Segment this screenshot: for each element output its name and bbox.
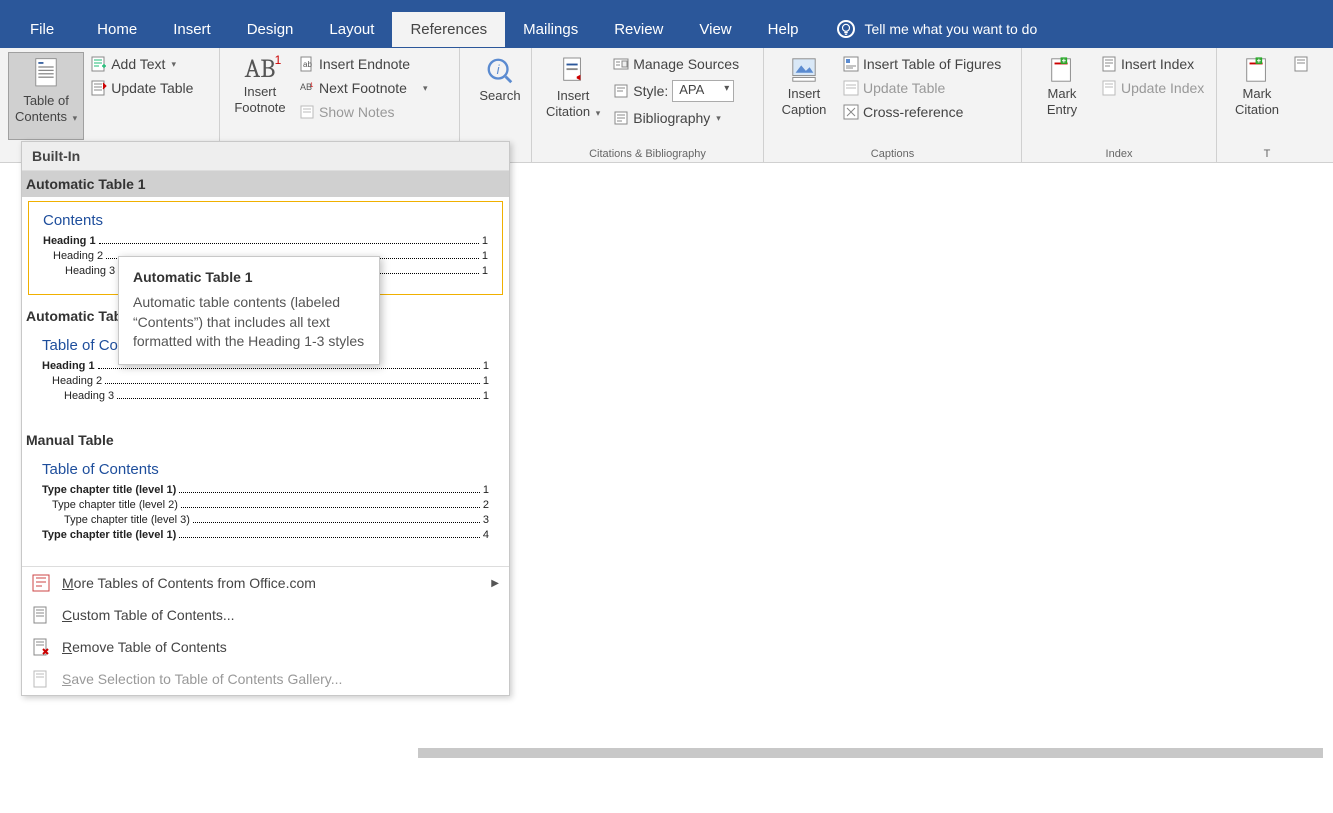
group-label: Index — [1022, 144, 1216, 162]
update-table-icon — [91, 80, 107, 96]
gallery-item-manual[interactable]: Manual Table Table of Contents Type chap… — [22, 427, 509, 558]
tab-help[interactable]: Help — [750, 12, 817, 47]
insert-citation-button[interactable]: Insert Citation ▾ — [540, 52, 606, 140]
bibliography-button[interactable]: Bibliography▾ — [610, 108, 742, 128]
citation-icon — [560, 56, 586, 86]
update-figures-icon — [843, 80, 859, 96]
tab-layout[interactable]: Layout — [311, 12, 392, 47]
insert-endnote-button[interactable]: ab Insert Endnote — [296, 54, 430, 74]
caption-icon — [790, 56, 818, 84]
figures-icon — [843, 56, 859, 72]
custom-toc-button[interactable]: Custom Table of Contents... — [22, 599, 509, 631]
citation-style-row: Style: APA — [610, 78, 742, 104]
save-selection-button: Save Selection to Table of Contents Gall… — [22, 663, 509, 695]
tell-me-search[interactable]: Tell me what you want to do — [837, 20, 1038, 38]
tab-file[interactable]: File — [20, 12, 79, 47]
tab-home[interactable]: Home — [79, 12, 155, 47]
ribbon-tabs: File Home Insert Design Layout Reference… — [0, 10, 1333, 48]
insert-table-of-figures-button[interactable]: Insert Table of Figures — [840, 54, 1004, 74]
tooltip: Automatic Table 1 Automatic table conten… — [118, 256, 380, 365]
next-footnote-icon: AB1 — [299, 80, 315, 96]
mark-citation-icon — [1243, 56, 1271, 84]
update-index-icon — [1101, 80, 1117, 96]
next-footnote-button[interactable]: AB1 Next Footnote▾ — [296, 78, 430, 98]
mark-entry-icon — [1048, 56, 1076, 84]
citation-style-select[interactable]: APA — [672, 80, 734, 102]
tab-design[interactable]: Design — [229, 12, 312, 47]
toc-gallery-dropdown: Built-In Automatic Table 1 Contents Head… — [21, 141, 510, 696]
endnote-icon: ab — [299, 56, 315, 72]
svg-text:1: 1 — [310, 83, 314, 89]
tab-mailings[interactable]: Mailings — [505, 12, 596, 47]
tab-view[interactable]: View — [681, 12, 749, 47]
tab-references[interactable]: References — [392, 12, 505, 47]
manage-sources-icon — [613, 56, 629, 72]
office-icon — [32, 574, 50, 592]
gallery-section-header: Built-In — [22, 142, 509, 171]
manage-sources-button[interactable]: Manage Sources — [610, 54, 742, 74]
cross-reference-button[interactable]: Cross-reference — [840, 102, 1004, 122]
style-icon — [613, 83, 629, 99]
svg-text:ab: ab — [303, 60, 312, 69]
update-index-button: Update Index — [1098, 78, 1207, 98]
group-label: Captions — [764, 144, 1021, 162]
more-toc-button[interactable]: More Tables of Contents from Office.com … — [22, 567, 509, 599]
save-gallery-icon — [32, 670, 50, 688]
search-button[interactable]: i Search — [468, 52, 532, 140]
group-label: Citations & Bibliography — [532, 144, 763, 162]
add-text-icon — [91, 56, 107, 72]
show-notes-icon — [299, 104, 315, 120]
cross-ref-icon — [843, 104, 859, 120]
insert-index-icon — [1101, 56, 1117, 72]
mark-entry-button[interactable]: Mark Entry — [1030, 52, 1094, 140]
update-table-button[interactable]: Update Table — [88, 78, 196, 98]
insert-caption-button[interactable]: Insert Caption — [772, 52, 836, 140]
bibliography-icon — [613, 110, 629, 126]
remove-toc-icon — [32, 638, 50, 656]
insert-authorities-icon[interactable] — [1293, 56, 1309, 72]
lightbulb-icon — [837, 20, 855, 38]
table-of-contents-button[interactable]: Table of Contents ▾ — [8, 52, 84, 140]
add-text-button[interactable]: Add Text▾ — [88, 54, 196, 74]
insert-index-button[interactable]: Insert Index — [1098, 54, 1207, 74]
tab-review[interactable]: Review — [596, 12, 681, 47]
search-icon: i — [485, 56, 515, 86]
tab-insert[interactable]: Insert — [155, 12, 229, 47]
custom-toc-icon — [32, 606, 50, 624]
mark-citation-button[interactable]: Mark Citation — [1225, 52, 1289, 140]
footnote-icon: AB1 — [245, 56, 276, 82]
svg-text:i: i — [497, 62, 501, 77]
group-label: T — [1217, 144, 1317, 162]
insert-footnote-button[interactable]: AB1 Insert Footnote — [228, 52, 292, 140]
show-notes-button: Show Notes — [296, 102, 430, 122]
update-figures-button: Update Table — [840, 78, 1004, 98]
remove-toc-button[interactable]: Remove Table of Contents — [22, 631, 509, 663]
toc-icon — [32, 57, 60, 91]
